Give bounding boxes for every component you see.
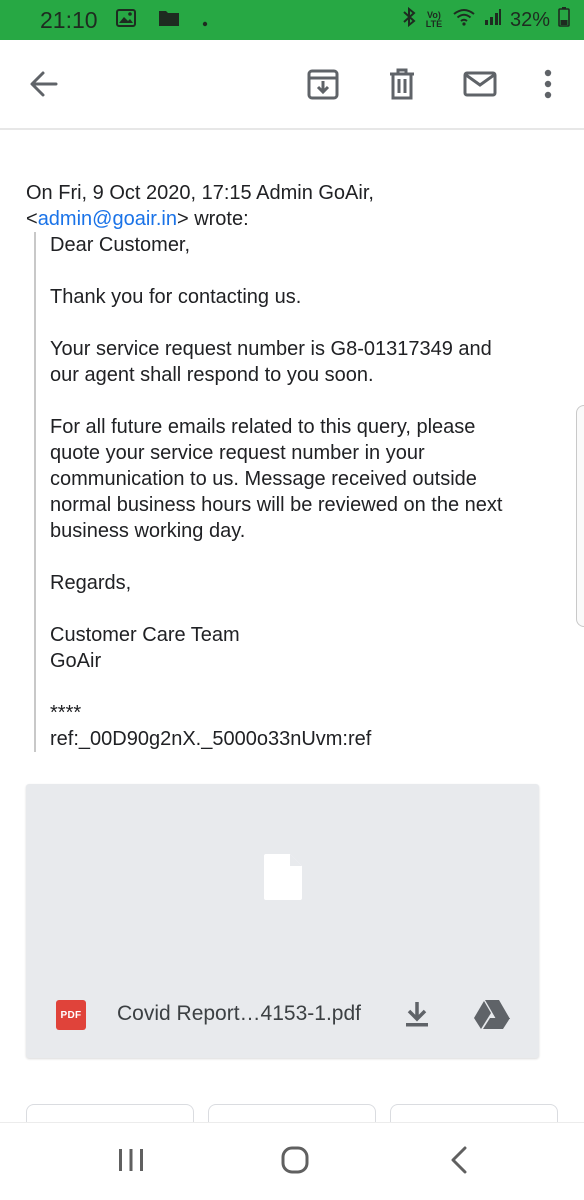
quote-header-lt: < (26, 208, 38, 230)
battery-icon (558, 7, 570, 33)
future-paragraph: For all future emails related to this qu… (50, 414, 564, 544)
back-button[interactable] (20, 62, 68, 110)
future-line: normal business hours will be reviewed o… (50, 494, 503, 516)
pdf-icon: PDF (56, 1000, 86, 1030)
navigation-bar (0, 1122, 584, 1200)
quote-header-line: On Fri, 9 Oct 2020, 17:15 Admin GoAir, (26, 182, 374, 204)
sender-email-link[interactable]: admin@goair.in (38, 208, 177, 230)
app-bar (0, 40, 584, 130)
future-line: For all future emails related to this qu… (50, 416, 476, 438)
image-icon (115, 7, 136, 33)
request-line: our agent shall respond to you soon. (50, 364, 374, 386)
download-button[interactable] (400, 996, 434, 1036)
attachment-footer: PDF Covid Report…4153-1.pdf (26, 996, 539, 1036)
attachment-card[interactable]: PDF Covid Report…4153-1.pdf (26, 784, 539, 1058)
delete-button[interactable] (378, 62, 426, 110)
more-icon (544, 69, 552, 104)
battery-percent: 32% (509, 8, 550, 31)
archive-icon (307, 68, 339, 105)
future-line: business working day. (50, 520, 246, 542)
save-to-drive-button[interactable] (472, 996, 512, 1036)
mail-icon (463, 71, 497, 102)
wifi-icon (452, 8, 476, 32)
signature-company: GoAir (50, 650, 102, 672)
delete-icon (388, 68, 416, 105)
home-button[interactable] (270, 1143, 320, 1181)
reference: **** ref:_00D90g2nX._5000o33nUvm:ref (50, 700, 564, 752)
signature: Customer Care Team GoAir (50, 622, 564, 674)
back-nav-icon (450, 1146, 468, 1179)
archive-button[interactable] (299, 62, 347, 110)
status-time: 21:10 (40, 6, 98, 33)
recents-button[interactable] (106, 1143, 156, 1181)
bluetooth-icon (402, 6, 416, 33)
drive-icon (473, 998, 511, 1035)
file-icon (262, 852, 304, 907)
attachment-filename[interactable]: Covid Report…4153-1.pdf (117, 1002, 361, 1026)
request-paragraph: Your service request number is G8-013173… (50, 336, 564, 388)
back-nav-button[interactable] (434, 1143, 484, 1181)
download-icon (404, 1000, 430, 1033)
dot-icon (202, 7, 208, 33)
thanks-line: Thank you for contacting us. (50, 286, 302, 308)
reference-stars: **** (50, 702, 82, 724)
quote-header-suffix: > wrote: (176, 208, 249, 230)
volte-icon: Vo) LTE (425, 10, 443, 29)
folder-icon (158, 7, 180, 33)
status-bar: 21:10 Vo) LTE 32% (0, 0, 584, 40)
reference-id: ref:_00D90g2nX._5000o33nUvm:ref (50, 728, 372, 750)
recents-icon (117, 1147, 145, 1178)
signature-team: Customer Care Team (50, 624, 240, 646)
regards: Regards, (50, 572, 132, 594)
back-icon (29, 70, 59, 103)
request-line: Your service request number is G8-013173… (50, 338, 492, 360)
home-icon (281, 1146, 309, 1179)
future-line: quote your service request number in you… (50, 442, 425, 464)
mark-unread-button[interactable] (456, 62, 504, 110)
quoted-message: Dear Customer, Thank you for contacting … (34, 232, 564, 752)
future-line: communication to us. Message received ou… (50, 468, 477, 490)
quote-header: On Fri, 9 Oct 2020, 17:15 Admin GoAir, <… (26, 180, 566, 232)
signal-icon (484, 8, 502, 32)
more-options-button[interactable] (524, 62, 572, 110)
greeting: Dear Customer, (50, 234, 191, 256)
scroll-handle[interactable] (576, 405, 584, 627)
